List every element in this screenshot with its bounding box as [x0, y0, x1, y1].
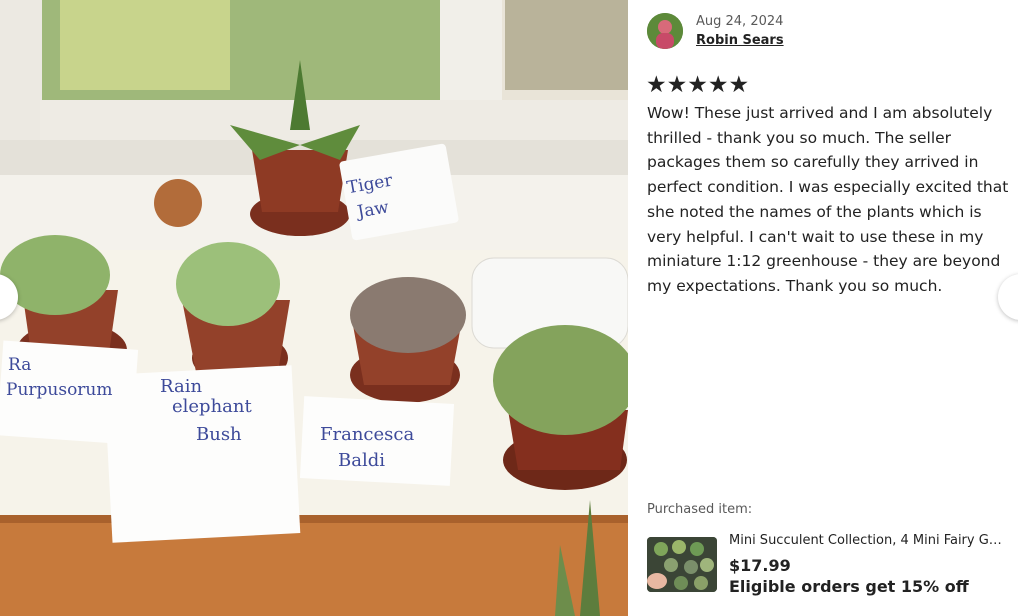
review-author-link[interactable]: Robin Sears	[696, 33, 784, 48]
review-date: Aug 24, 2024	[696, 14, 784, 29]
svg-text:Rain: Rain	[160, 376, 202, 397]
product-name-link[interactable]: Mini Succulent Collection, 4 Mini Fairy …	[729, 533, 1011, 548]
review-panel: Aug 24, 2024 Robin Sears ★★★★★ Wow! Thes…	[628, 0, 1018, 616]
svg-text:elephant: elephant	[172, 396, 253, 417]
svg-text:Bush: Bush	[196, 424, 242, 445]
review-text: Wow! These just arrived and I am absolut…	[647, 104, 1009, 295]
avatar[interactable]	[647, 13, 683, 49]
review-photo[interactable]: Tiger Jaw Ra Purpusorum Rain elephant Bu…	[0, 0, 628, 616]
product-image-icon	[647, 537, 717, 592]
star-rating: ★★★★★	[646, 72, 750, 98]
product-thumbnail[interactable]	[647, 537, 717, 592]
svg-text:Francesca: Francesca	[320, 424, 414, 445]
svg-text:Purpusorum: Purpusorum	[6, 380, 113, 400]
svg-text:Baldi: Baldi	[338, 450, 385, 471]
product-promo-text: Eligible orders get 15% off	[729, 577, 969, 596]
avatar-icon	[647, 13, 683, 49]
svg-text:Ra: Ra	[8, 355, 31, 375]
succulent-photo-graphic: Tiger Jaw Ra Purpusorum Rain elephant Bu…	[0, 0, 628, 616]
purchased-item-label: Purchased item:	[647, 502, 753, 517]
product-price: $17.99	[729, 556, 791, 575]
